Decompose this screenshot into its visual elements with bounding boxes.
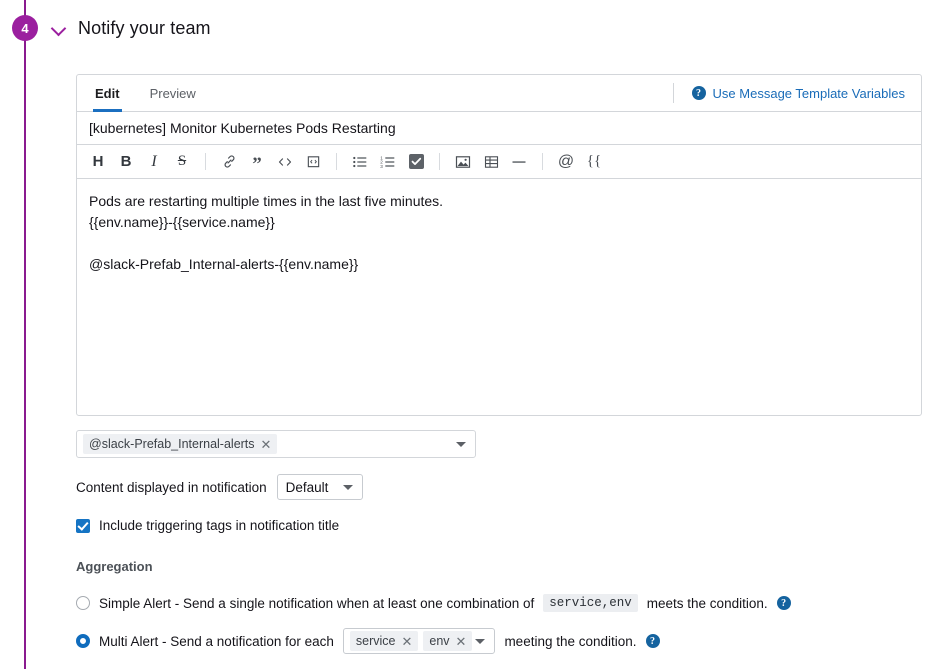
group-by-token-label: service [355, 634, 396, 648]
task-list-icon[interactable] [403, 150, 429, 174]
toolbar-separator [205, 153, 206, 170]
code-icon[interactable] [272, 150, 298, 174]
step-connector-line [24, 0, 26, 669]
editor-tabstrip: Edit Preview ? Use Message Template Vari… [77, 75, 921, 112]
formatting-toolbar: H B I S ” 1 2 3 @ {{ [77, 145, 921, 179]
include-triggering-tags-row[interactable]: Include triggering tags in notification … [76, 518, 922, 533]
simple-alert-option[interactable]: Simple Alert - Send a single notificatio… [76, 594, 922, 612]
help-icon: ? [691, 86, 706, 100]
mention-icon[interactable]: @ [553, 150, 579, 174]
help-icon[interactable]: ? [776, 596, 791, 610]
help-icon[interactable]: ? [645, 634, 660, 648]
recipient-token: @slack-Prefab_Internal-alerts ✕ [83, 434, 278, 454]
close-icon[interactable]: ✕ [261, 438, 272, 451]
content-display-select[interactable]: Default [276, 474, 363, 500]
content-display-row: Content displayed in notification Defaul… [76, 474, 922, 500]
horizontal-rule-icon[interactable] [506, 150, 532, 174]
svg-text:3: 3 [380, 163, 383, 168]
bold-icon[interactable]: B [113, 150, 139, 174]
include-triggering-tags-label: Include triggering tags in notification … [99, 518, 340, 533]
group-by-token-label: env [429, 634, 450, 648]
close-icon[interactable]: ✕ [401, 635, 412, 648]
step-header: Notify your team [46, 12, 211, 44]
table-icon[interactable] [478, 150, 504, 174]
use-message-template-variables-link[interactable]: ? Use Message Template Variables [672, 83, 921, 103]
aggregation-section-title: Aggregation [76, 559, 153, 574]
step-number-badge: 4 [12, 15, 38, 41]
simple-alert-text-after: meets the condition. [646, 595, 768, 611]
notify-step-body: Edit Preview ? Use Message Template Vari… [76, 74, 922, 654]
chevron-down-icon[interactable] [50, 19, 68, 37]
image-icon[interactable] [450, 150, 476, 174]
toolbar-separator [542, 153, 543, 170]
group-by-token: env ✕ [423, 631, 473, 651]
strikethrough-icon[interactable]: S [169, 150, 195, 174]
multi-alert-group-by-select[interactable]: service ✕ env ✕ [342, 628, 496, 654]
content-display-value: Default [285, 479, 329, 495]
code-block-icon[interactable] [300, 150, 326, 174]
close-icon[interactable]: ✕ [456, 635, 467, 648]
link-icon[interactable] [216, 150, 242, 174]
content-display-label: Content displayed in notification [76, 479, 267, 495]
message-body-textarea[interactable]: Pods are restarting multiple times in th… [77, 179, 921, 415]
tab-preview[interactable]: Preview [138, 75, 208, 111]
simple-alert-text-before: Simple Alert - Send a single notificatio… [99, 595, 535, 611]
subject-value: [kubernetes] Monitor Kubernetes Pods Res… [89, 120, 396, 136]
page-title: Notify your team [78, 17, 211, 38]
multi-alert-option[interactable]: Multi Alert - Send a notification for ea… [76, 628, 922, 654]
multi-alert-text-before: Multi Alert - Send a notification for ea… [99, 633, 334, 649]
toolbar-separator [336, 153, 337, 170]
include-triggering-tags-checkbox[interactable] [76, 518, 90, 533]
heading-icon[interactable]: H [85, 150, 111, 174]
multi-alert-text-after: meeting the condition. [504, 633, 637, 649]
toolbar-separator [439, 153, 440, 170]
recipients-select[interactable]: @slack-Prefab_Internal-alerts ✕ [76, 430, 476, 458]
multi-alert-radio[interactable] [76, 634, 90, 648]
chevron-down-icon[interactable] [342, 485, 353, 490]
tabstrip-spacer [208, 75, 673, 111]
group-by-token: service ✕ [349, 631, 419, 651]
variable-icon[interactable]: {{ [581, 150, 607, 174]
quote-icon[interactable]: ” [244, 147, 270, 177]
simple-alert-code-chip: service,env [543, 594, 638, 612]
chevron-down-icon[interactable] [475, 639, 486, 644]
simple-alert-radio[interactable] [76, 596, 90, 610]
subject-input[interactable]: [kubernetes] Monitor Kubernetes Pods Res… [77, 112, 921, 145]
message-editor-card: Edit Preview ? Use Message Template Vari… [76, 74, 922, 416]
bulleted-list-icon[interactable] [347, 150, 373, 174]
template-variables-label: Use Message Template Variables [712, 85, 905, 101]
recipient-token-label: @slack-Prefab_Internal-alerts [89, 437, 255, 451]
numbered-list-icon[interactable]: 1 2 3 [375, 150, 401, 174]
italic-icon[interactable]: I [141, 150, 167, 174]
chevron-down-icon[interactable] [456, 442, 466, 447]
tab-edit[interactable]: Edit [83, 75, 132, 112]
